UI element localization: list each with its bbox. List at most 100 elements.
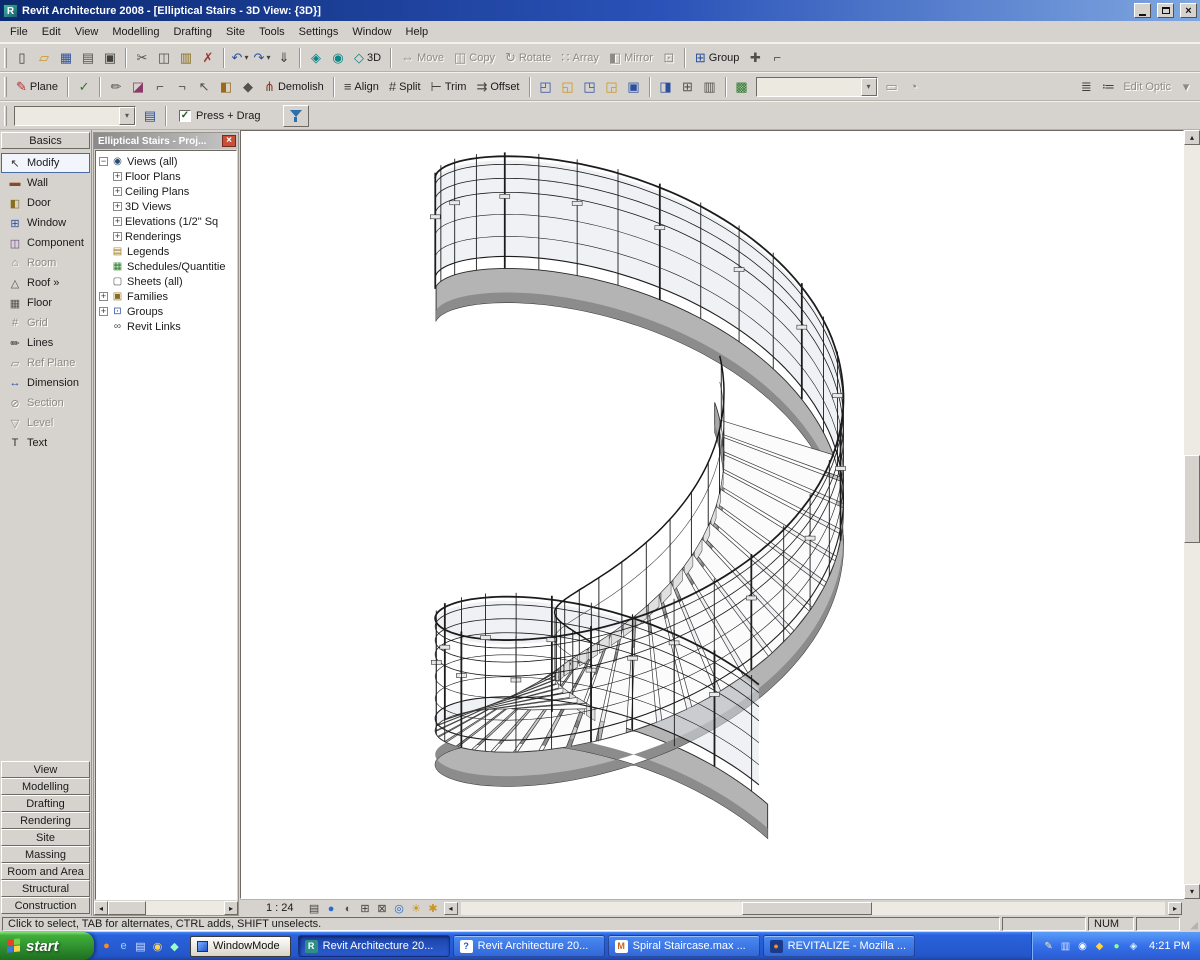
move-button[interactable]: ⇔Move [396, 47, 449, 69]
region-icon[interactable]: ▥ [699, 76, 721, 98]
paintbrush-icon[interactable]: ◧ [215, 76, 237, 98]
press-drag-checkbox[interactable]: ✓ Press + Drag [179, 110, 261, 122]
menu-item-file[interactable]: File [3, 23, 35, 41]
paste-icon[interactable]: ▥ [175, 47, 197, 69]
split-button[interactable]: #Split [384, 76, 426, 98]
resize-button[interactable]: ⊡ [658, 47, 680, 69]
quick-launch-msn-icon[interactable]: ◆ [166, 940, 183, 953]
tree-item-families[interactable]: +▣Families [99, 289, 236, 304]
filter-button[interactable] [283, 105, 309, 127]
capture-icon[interactable]: ◔ [903, 76, 925, 98]
taskbar-task-3[interactable]: ●REVITALIZE - Mozilla ... [763, 935, 915, 957]
tab-construction[interactable]: Construction [1, 897, 90, 914]
pick-walls-icon[interactable]: ¬ [171, 76, 193, 98]
group-button[interactable]: ⊞Group [690, 47, 744, 69]
sidebar-item-wall[interactable]: ▬Wall [1, 173, 90, 193]
resize-grip[interactable]: ◢ [1182, 917, 1198, 931]
edit-option-label[interactable]: Edit Optic [1119, 81, 1175, 93]
quick-launch-desktop-icon[interactable]: ▤ [132, 940, 149, 953]
raytrace-icon[interactable]: ▩ [731, 76, 753, 98]
toolbar-grip[interactable] [4, 48, 7, 68]
tree-item-revit-links[interactable]: ∞Revit Links [99, 319, 236, 334]
linework-icon[interactable]: ▣ [623, 76, 645, 98]
sidebar-item-ref-plane[interactable]: ▱Ref Plane [1, 353, 90, 373]
scroll-right-button[interactable]: ▸ [1168, 902, 1182, 915]
start-button[interactable]: start [0, 932, 94, 960]
scroll-up-button[interactable]: ▴ [1184, 130, 1200, 145]
restore-button[interactable] [1157, 3, 1174, 18]
render-region-combobox[interactable]: ▾ [756, 77, 878, 97]
tab-room-and-area[interactable]: Room and Area [1, 863, 90, 880]
mirror-button[interactable]: ◧Mirror [604, 47, 658, 69]
sidebar-item-door[interactable]: ◧Door [1, 193, 90, 213]
tree-item-floor-plans[interactable]: +Floor Plans [99, 169, 236, 184]
menu-item-modelling[interactable]: Modelling [105, 23, 166, 41]
crop-region-icon[interactable]: ⊞ [357, 902, 374, 915]
sidebar-item-dimension[interactable]: ↔Dimension [1, 373, 90, 393]
sun-icon[interactable]: ☀ [408, 902, 425, 915]
toolbar-grip[interactable] [4, 106, 7, 126]
sidebar-item-modify[interactable]: ↖Modify [1, 153, 90, 173]
join-geometry-icon[interactable]: ◳ [579, 76, 601, 98]
sidebar-item-level[interactable]: ▽Level [1, 413, 90, 433]
crop-visible-icon[interactable]: ⊠ [374, 902, 391, 915]
image-size-icon[interactable]: ▭ [881, 76, 903, 98]
temporary-hide-icon[interactable]: ◎ [391, 902, 408, 915]
pick-lines-icon[interactable]: ⌐ [149, 76, 171, 98]
spelling-icon[interactable]: ✓ [73, 76, 95, 98]
revit-app-icon[interactable]: R [3, 4, 18, 18]
tab-basics[interactable]: Basics [1, 132, 90, 149]
copy-clipboard-icon[interactable]: ◫ [153, 47, 175, 69]
project-browser-titlebar[interactable]: Elliptical Stairs - Proj... × [94, 133, 238, 149]
scroll-right-button[interactable]: ▸ [224, 901, 238, 915]
menu-item-view[interactable]: View [68, 23, 106, 41]
select-arrow-icon[interactable]: ↖ [193, 76, 215, 98]
vertical-scroll-thumb[interactable] [1184, 455, 1200, 543]
undo-button[interactable]: ↶▾ [229, 47, 251, 69]
menu-item-tools[interactable]: Tools [252, 23, 292, 41]
tree-item-3d-views[interactable]: +3D Views [99, 199, 236, 214]
tab-drafting[interactable]: Drafting [1, 795, 90, 812]
save-icon[interactable]: ▦ [55, 47, 77, 69]
redo-button[interactable]: ↷▾ [251, 47, 273, 69]
shadows-icon[interactable]: ◐ [340, 903, 357, 915]
taskbar-task-0[interactable]: RRevit Architecture 20... [298, 935, 450, 957]
array-button[interactable]: ∷Array [556, 47, 604, 69]
sidebar-item-lines[interactable]: ✏Lines [1, 333, 90, 353]
tab-rendering[interactable]: Rendering [1, 812, 90, 829]
expand-icon[interactable]: + [99, 307, 108, 316]
tree-item-renderings[interactable]: +Renderings [99, 229, 236, 244]
split-face-icon[interactable]: ◲ [601, 76, 623, 98]
option-set-icon[interactable]: ≔ [1097, 76, 1119, 98]
quick-launch-media-icon[interactable]: ◉ [149, 940, 166, 953]
view-scale[interactable]: 1 : 24 [266, 902, 294, 914]
tray-network-icon[interactable]: ▥ [1059, 941, 1072, 952]
tray-journal-icon[interactable]: ✎ [1042, 941, 1055, 952]
orbit-view-icon[interactable]: ◉ [327, 47, 349, 69]
tree-item-groups[interactable]: +⊡Groups [99, 304, 236, 319]
minimize-button[interactable] [1134, 3, 1151, 18]
tree-item-schedules-quantitie[interactable]: ▦Schedules/Quantitie [99, 259, 236, 274]
expand-icon[interactable]: + [113, 202, 122, 211]
sidebar-item-section[interactable]: ⊘Section [1, 393, 90, 413]
windowmode-button[interactable]: WindowMode [190, 936, 291, 957]
model-graphics-icon[interactable]: ● [323, 903, 340, 915]
drawing-canvas[interactable] [240, 130, 1184, 899]
sidebar-item-room[interactable]: ⌂Room [1, 253, 90, 273]
3d-view-button[interactable]: ◇3D [349, 47, 386, 69]
open-icon[interactable]: ▱ [33, 47, 55, 69]
quick-launch-ie-icon[interactable]: e [115, 940, 132, 952]
print-icon[interactable]: ▣ [99, 47, 121, 69]
tab-structural[interactable]: Structural [1, 880, 90, 897]
dropdown-arrow-icon[interactable]: ▾ [266, 53, 270, 62]
detach-icon[interactable]: ⌐ [766, 47, 788, 69]
expand-icon[interactable]: + [113, 217, 122, 226]
menu-item-help[interactable]: Help [399, 23, 436, 41]
collapse-icon[interactable]: − [99, 157, 108, 166]
sidebar-item-roof-[interactable]: △Roof » [1, 273, 90, 293]
design-options-icon[interactable]: ≣ [1075, 76, 1097, 98]
dropdown-arrow-icon[interactable]: ▾ [244, 53, 248, 62]
demolish-button[interactable]: ⋔Demolish [259, 76, 329, 98]
toolbar-grip[interactable] [4, 77, 7, 97]
work-plane-button[interactable]: ✎Plane [11, 76, 63, 98]
